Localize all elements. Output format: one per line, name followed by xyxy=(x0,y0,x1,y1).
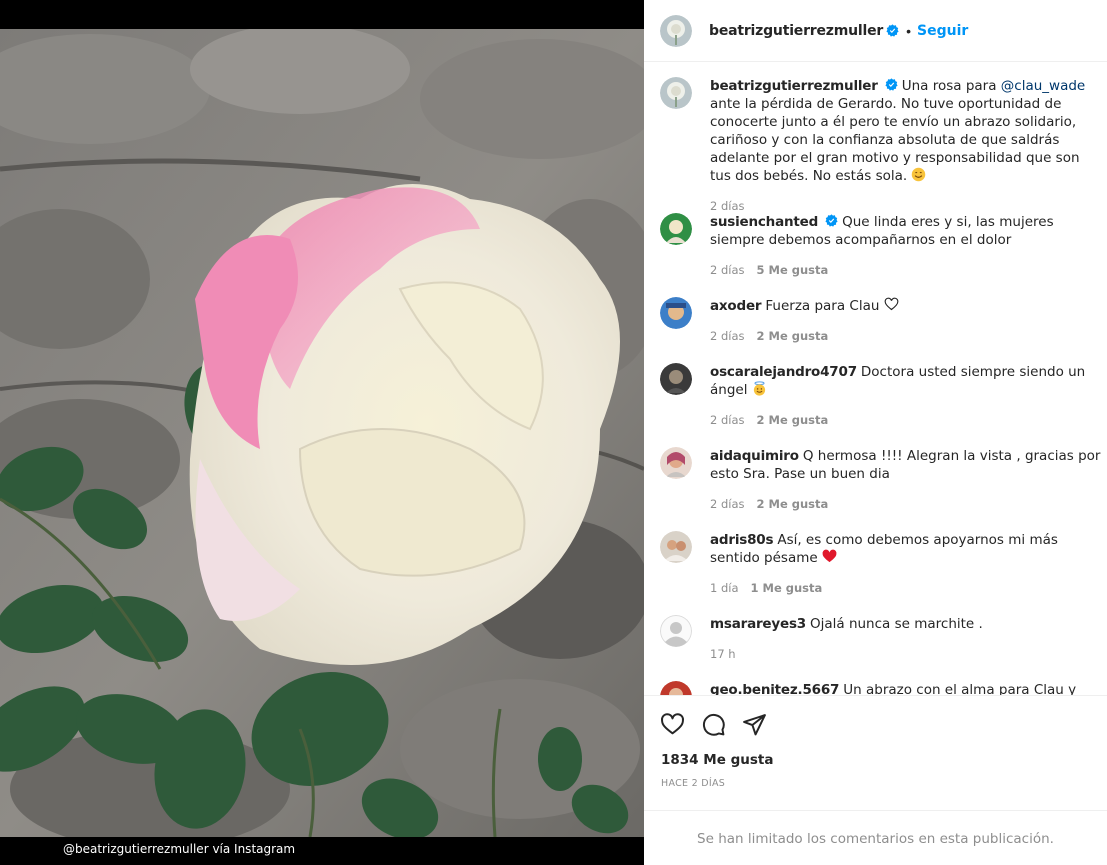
caption-text-start: Una rosa para xyxy=(901,78,1001,94)
verified-badge-icon xyxy=(825,214,838,227)
comment-username[interactable]: axoder xyxy=(710,298,762,314)
comment-time[interactable]: 1 día xyxy=(710,581,739,595)
follow-button[interactable]: Seguir xyxy=(917,23,968,39)
comment-item: aidaquimiro Q hermosa !!!! Alegran la vis… xyxy=(660,447,1107,513)
comments-list[interactable]: beatrizgutierrezmuller Una rosa para @cla… xyxy=(644,63,1107,695)
comment-item: msarareyes3 Ojalá nunca se marchite . 17 … xyxy=(660,615,1107,663)
caption-text: beatrizgutierrezmuller Una rosa para @cla… xyxy=(710,77,1103,185)
caption-author-avatar[interactable] xyxy=(660,77,692,109)
emoji-red-heart-icon xyxy=(822,549,837,563)
like-count[interactable]: 1834 Me gusta xyxy=(661,752,773,768)
post-actions: 1834 Me gusta HACE 2 DÍAS Se han limitad… xyxy=(644,695,1107,865)
caption-item: beatrizgutierrezmuller Una rosa para @cla… xyxy=(660,77,1107,215)
comment-text: axoder Fuerza para Clau xyxy=(710,297,1103,315)
verified-badge-icon xyxy=(885,78,898,91)
comment-item: geo.benitez.5667 Un abrazo con el alma pa… xyxy=(660,681,1107,695)
comment-likes[interactable]: 2 Me gusta xyxy=(757,413,829,427)
comment-likes[interactable]: 1 Me gusta xyxy=(751,581,823,595)
action-bar xyxy=(660,712,767,737)
post-date[interactable]: HACE 2 DÍAS xyxy=(661,778,725,789)
comment-time[interactable]: 2 días xyxy=(710,413,745,427)
comment-meta: 2 días 2 Me gusta xyxy=(710,411,1103,429)
mention-link[interactable]: @clau_wade xyxy=(1001,78,1085,94)
share-icon[interactable] xyxy=(742,712,767,737)
verified-badge-icon xyxy=(886,24,899,37)
header-separator: • xyxy=(906,22,911,39)
commenter-avatar[interactable] xyxy=(660,213,692,245)
comments-limited-notice: Se han limitado los comentarios en esta … xyxy=(644,810,1107,865)
commenter-avatar[interactable] xyxy=(660,531,692,563)
comment-username[interactable]: adris80s xyxy=(710,532,774,548)
comment-username[interactable]: geo.benitez.5667 xyxy=(710,682,839,695)
comment-username[interactable]: msarareyes3 xyxy=(710,616,806,632)
photo-credit: @beatrizgutierrezmuller vía Instagram xyxy=(63,842,296,856)
photo-top-letterbox xyxy=(0,0,644,29)
comment-text: geo.benitez.5667 Un abrazo con el alma pa… xyxy=(710,681,1103,695)
post-photo-panel: @beatrizgutierrezmuller vía Instagram xyxy=(0,0,644,865)
comment-meta: 2 días 2 Me gusta xyxy=(710,495,1103,513)
comment-time[interactable]: 2 días xyxy=(710,329,745,343)
emoji-smile-icon xyxy=(912,167,926,182)
comment-body: Ojalá nunca se marchite . xyxy=(809,616,983,632)
author-username[interactable]: beatrizgutierrezmuller xyxy=(709,23,883,39)
emoji-angel-icon xyxy=(753,381,765,396)
comment-likes[interactable]: 2 Me gusta xyxy=(757,329,829,343)
comment-body: Fuerza para Clau xyxy=(765,298,884,314)
caption-time[interactable]: 2 días xyxy=(710,199,745,213)
comment-username[interactable]: susienchanted xyxy=(710,214,818,230)
heart-icon[interactable] xyxy=(660,712,685,737)
comment-text: susienchanted Que linda eres y si, las mu… xyxy=(710,213,1103,249)
caption-username[interactable]: beatrizgutierrezmuller xyxy=(710,78,878,94)
author-avatar[interactable] xyxy=(660,14,692,47)
commenter-avatar[interactable] xyxy=(660,681,692,695)
caption-text-end: ante la pérdida de Gerardo. No tuve opor… xyxy=(710,96,1080,184)
comment-likes[interactable]: 2 Me gusta xyxy=(757,497,829,511)
comment-username[interactable]: aidaquimiro xyxy=(710,448,799,464)
comment-item: oscaralejandro4707 Doctora usted siempre … xyxy=(660,363,1107,429)
post-image-rose[interactable] xyxy=(0,29,644,837)
comment-text: aidaquimiro Q hermosa !!!! Alegran la vis… xyxy=(710,447,1103,483)
outline-heart-icon xyxy=(884,297,899,311)
commenter-avatar[interactable] xyxy=(660,363,692,395)
commenter-avatar[interactable] xyxy=(660,447,692,479)
comment-meta: 2 días 2 Me gusta xyxy=(710,327,1103,345)
comment-item: susienchanted Que linda eres y si, las mu… xyxy=(660,213,1107,279)
comment-time[interactable]: 2 días xyxy=(710,497,745,511)
comment-time[interactable]: 2 días xyxy=(710,263,745,277)
comment-meta: 17 h xyxy=(710,645,1103,663)
comment-text: adris80s Así, es como debemos apoyarnos m… xyxy=(710,531,1103,567)
comment-text: msarareyes3 Ojalá nunca se marchite . xyxy=(710,615,1103,633)
default-avatar-icon[interactable] xyxy=(660,615,692,647)
comment-icon[interactable] xyxy=(701,712,726,737)
comment-likes[interactable]: 5 Me gusta xyxy=(757,263,829,277)
post-header: beatrizgutierrezmuller • Seguir xyxy=(644,0,1107,62)
comment-item: adris80s Así, es como debemos apoyarnos m… xyxy=(660,531,1107,597)
post-sidebar: beatrizgutierrezmuller • Seguir beatrizg… xyxy=(644,0,1107,865)
comment-item: axoder Fuerza para Clau 2 días 2 Me gusta xyxy=(660,297,1107,345)
comment-text: oscaralejandro4707 Doctora usted siempre … xyxy=(710,363,1103,399)
comment-username[interactable]: oscaralejandro4707 xyxy=(710,364,857,380)
comment-time[interactable]: 17 h xyxy=(710,647,736,661)
comment-meta: 2 días 5 Me gusta xyxy=(710,261,1103,279)
commenter-avatar[interactable] xyxy=(660,297,692,329)
comment-meta: 1 día 1 Me gusta xyxy=(710,579,1103,597)
